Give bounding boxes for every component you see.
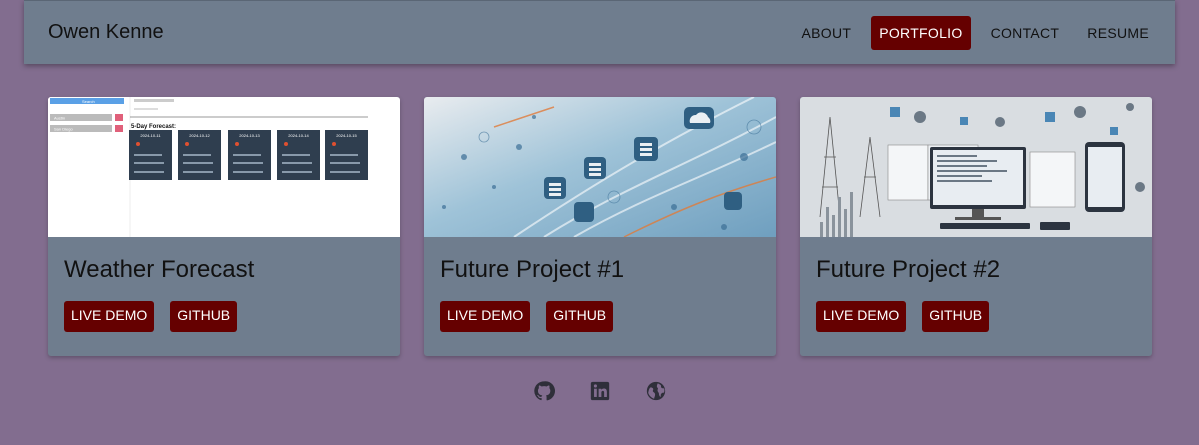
live-demo-button[interactable]: LIVE DEMO [64,301,155,332]
project-card-future-1: Future Project #1 LIVE DEMO GITHUB [424,97,776,356]
project-buttons: LIVE DEMO GITHUB [440,301,614,332]
weather-thumbnail: Search Austin San Diego 5-Day Forecast: … [48,97,400,237]
project-card-future-2: Future Project #2 LIVE DEMO GITHUB [800,97,1152,356]
weather-day-date: 2024-10-11 [140,133,161,138]
weather-section-title: 5-Day Forecast: [131,124,176,130]
weather-day-date: 2024-10-15 [336,133,357,138]
live-demo-button[interactable]: LIVE DEMO [440,301,531,332]
weather-day-date: 2024-10-13 [239,133,260,138]
weather-preview-image: Search Austin San Diego 5-Day Forecast: … [48,97,368,237]
weather-search-button: Search [82,99,95,104]
github-button[interactable]: GITHUB [922,301,990,332]
future-project-2-thumbnail [800,97,1152,237]
nav-menu: ABOUT PORTFOLIO CONTACT RESUME [781,16,1157,50]
project-title: Future Project #2 [816,256,1001,283]
live-demo-button[interactable]: LIVE DEMO [816,301,907,332]
github-icon[interactable] [533,380,555,402]
weather-day-cards: 2024-10-11 2024-10-12 2024-10-13 2024-10… [129,130,368,180]
globe-icon[interactable] [645,380,667,402]
nav-resume[interactable]: RESUME [1079,16,1157,50]
weather-history-item: Austin [54,116,65,121]
project-cards: Search Austin San Diego 5-Day Forecast: … [48,97,1152,356]
nav-contact[interactable]: CONTACT [983,16,1068,50]
tech-abstract-image [424,97,776,237]
weather-day-date: 2024-10-14 [288,133,309,138]
future-project-1-thumbnail [424,97,776,237]
linkedin-icon[interactable] [589,380,611,402]
navbar: Owen Kenne ABOUT PORTFOLIO CONTACT RESUM… [24,0,1175,64]
nav-about[interactable]: ABOUT [793,16,859,50]
project-buttons: LIVE DEMO GITHUB [64,301,238,332]
nav-portfolio[interactable]: PORTFOLIO [871,16,971,50]
project-title: Weather Forecast [64,256,255,283]
github-button[interactable]: GITHUB [546,301,614,332]
project-buttons: LIVE DEMO GITHUB [816,301,990,332]
tech-dashboard-image [800,97,1152,237]
project-card-weather: Search Austin San Diego 5-Day Forecast: … [48,97,400,356]
github-button[interactable]: GITHUB [170,301,238,332]
weather-day-date: 2024-10-12 [189,133,210,138]
brand-name[interactable]: Owen Kenne [48,21,164,44]
weather-history-item: San Diego [54,127,73,132]
footer-social-links [0,380,1199,402]
project-title: Future Project #1 [440,256,625,283]
